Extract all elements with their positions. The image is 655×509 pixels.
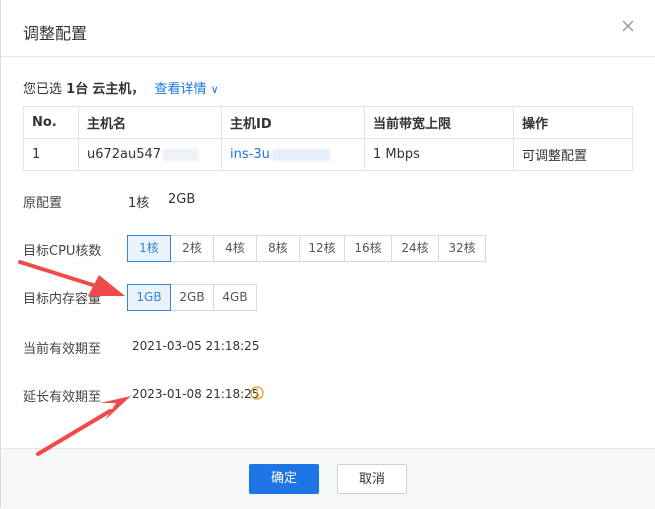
chevron-down-icon: ∨ xyxy=(210,83,219,96)
extended-expiry-value: 2023-01-08 21:18:25 xyxy=(132,387,260,401)
cell-no: 1 xyxy=(23,138,79,171)
cpu-option-4[interactable]: 4核 xyxy=(213,235,257,262)
cell-bandwidth: 1 Mbps xyxy=(364,138,514,171)
target-cpu-label: 目标CPU核数 xyxy=(23,244,102,259)
cpu-selector: 1核 2核 4核 8核 12核 16核 24核 32核 xyxy=(127,235,486,262)
summary-prefix: 您已选 xyxy=(23,82,63,97)
cancel-button[interactable]: 取消 xyxy=(337,464,407,494)
host-id-link[interactable]: ins-3u xyxy=(230,147,270,162)
cell-action: 可调整配置 xyxy=(513,138,633,171)
selection-summary: 您已选 1台 云主机， 查看详情 ∨ xyxy=(23,78,219,97)
col-bandwidth: 当前带宽上限 xyxy=(364,106,514,139)
memory-option-1gb[interactable]: 1GB xyxy=(127,284,171,311)
original-config-label: 原配置 xyxy=(23,196,63,211)
col-host-id: 主机ID xyxy=(221,106,365,139)
close-icon[interactable] xyxy=(620,18,636,34)
current-expiry-label: 当前有效期至 xyxy=(23,342,102,357)
col-hostname: 主机名 xyxy=(78,106,222,139)
cpu-option-16[interactable]: 16核 xyxy=(344,235,392,262)
hostname-text: u672au547 xyxy=(87,147,162,162)
cpu-option-32[interactable]: 32核 xyxy=(438,235,486,262)
cpu-option-8[interactable]: 8核 xyxy=(256,235,300,262)
cpu-option-2[interactable]: 2核 xyxy=(170,235,214,262)
confirm-button[interactable]: 确定 xyxy=(249,464,319,494)
original-mem: 2GB xyxy=(168,192,196,207)
dialog-header: 调整配置 xyxy=(1,0,655,57)
summary-suffix: 云主机， xyxy=(92,82,145,97)
dialog-footer: 确定 取消 xyxy=(1,448,655,509)
view-details-link[interactable]: 查看详情 ∨ xyxy=(155,82,219,97)
col-action: 操作 xyxy=(513,106,633,139)
table-header-row: No. 主机名 主机ID 当前带宽上限 操作 xyxy=(23,106,633,139)
cell-host-id: ins-3u xyxy=(221,138,365,171)
extended-expiry-label: 延长有效期至 xyxy=(23,390,102,405)
cpu-option-24[interactable]: 24核 xyxy=(391,235,439,262)
dialog-title: 调整配置 xyxy=(23,24,88,43)
cpu-option-12[interactable]: 12核 xyxy=(299,235,345,262)
memory-selector: 1GB 2GB 4GB xyxy=(127,284,257,311)
memory-option-2gb[interactable]: 2GB xyxy=(170,284,214,311)
current-expiry-value: 2021-03-05 21:18:25 xyxy=(132,339,260,353)
redaction-mask xyxy=(271,148,330,161)
cpu-option-1[interactable]: 1核 xyxy=(127,235,171,262)
memory-option-4gb[interactable]: 4GB xyxy=(213,284,257,311)
original-cpu: 1核 xyxy=(128,196,150,211)
col-no: No. xyxy=(23,106,79,139)
view-details-label: 查看详情 xyxy=(154,82,207,97)
host-table: No. 主机名 主机ID 当前带宽上限 操作 1 u672au547 ins-3… xyxy=(23,106,633,171)
target-memory-label: 目标内存容量 xyxy=(23,292,102,307)
adjust-config-dialog: 调整配置 您已选 1台 云主机， 查看详情 ∨ No. 主机名 主机ID 当前带… xyxy=(0,0,655,509)
summary-count: 1台 xyxy=(66,82,89,97)
info-icon[interactable] xyxy=(250,386,264,400)
redaction-mask xyxy=(163,148,200,161)
cell-hostname: u672au547 xyxy=(78,138,222,171)
table-row: 1 u672au547 ins-3u 1 Mbps 可调整配置 xyxy=(23,138,633,171)
